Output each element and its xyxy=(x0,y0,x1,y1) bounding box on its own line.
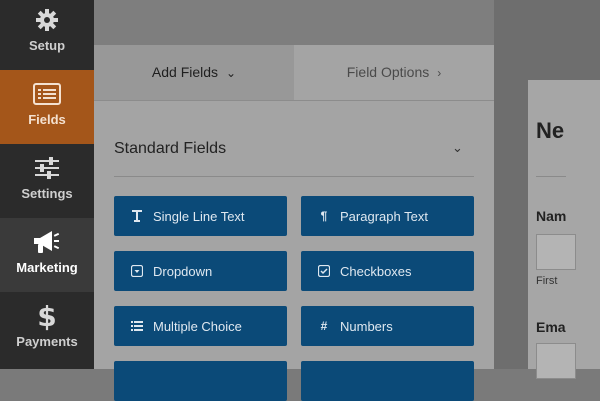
fields-list-icon xyxy=(0,80,94,108)
tab-add-fields-label: Add Fields xyxy=(151,64,219,80)
paragraph-icon: ¶ xyxy=(320,209,328,223)
fields-panel: Add Fields ⌄ Field Options › Standard Fiel… xyxy=(94,0,494,401)
section-title[interactable]: Standard Fields xyxy=(114,140,226,158)
nav-item-setup[interactable]: Setup xyxy=(0,0,94,70)
paragraph-text-button[interactable]: ¶ Paragraph Text xyxy=(301,196,474,236)
tab-add-fields[interactable]: Add Fields ⌄ xyxy=(94,45,294,100)
form-title: Ne xyxy=(536,118,565,143)
hash-icon: # xyxy=(320,319,328,333)
nav-label-payments: Payments xyxy=(16,334,78,349)
field-label: Dropdown xyxy=(153,263,213,279)
field-label: Paragraph Text xyxy=(340,208,428,224)
left-nav: Setup Fields Settings Marketing $ Paymen… xyxy=(0,0,94,369)
name-field-label: Nam xyxy=(536,208,567,224)
dollar-icon: $ xyxy=(0,301,94,331)
form-divider xyxy=(536,176,566,177)
text-cursor-icon xyxy=(130,210,144,222)
field-label: Checkboxes xyxy=(340,263,412,279)
multiple-choice-button[interactable]: Multiple Choice xyxy=(114,306,287,346)
chevron-down-icon: ⌄ xyxy=(226,66,237,80)
svg-text:$: $ xyxy=(37,301,56,331)
chevron-down-icon[interactable]: ⌄ xyxy=(452,140,463,156)
gear-icon xyxy=(0,6,94,34)
nav-item-marketing[interactable]: Marketing xyxy=(0,218,94,292)
nav-item-payments[interactable]: $ Payments xyxy=(0,292,94,366)
panel-tabs: Add Fields ⌄ Field Options › xyxy=(94,45,494,101)
field-label: Numbers xyxy=(340,318,393,334)
first-name-input[interactable] xyxy=(536,234,576,270)
field-label: Single Line Text xyxy=(153,208,245,224)
checkboxes-button[interactable]: Checkboxes xyxy=(301,251,474,291)
nav-label-setup: Setup xyxy=(28,38,66,53)
nav-label-settings: Settings xyxy=(21,186,73,201)
numbers-button[interactable]: # Numbers xyxy=(301,306,474,346)
form-preview: Ne Nam First Ema xyxy=(494,0,600,379)
checkbox-icon xyxy=(317,265,331,277)
single-line-text-button[interactable]: Single Line Text xyxy=(114,196,287,236)
nav-item-fields[interactable]: Fields xyxy=(0,70,94,144)
field-label: Multiple Choice xyxy=(153,318,242,334)
sliders-icon xyxy=(0,154,94,182)
tab-field-options-label: Field Options xyxy=(346,64,430,80)
nav-label-fields: Fields xyxy=(28,112,66,127)
list-icon xyxy=(130,321,144,331)
first-name-sublabel: First xyxy=(536,275,558,287)
field-button-partial[interactable] xyxy=(301,361,474,401)
chevron-right-icon: › xyxy=(437,66,442,80)
dropdown-button[interactable]: Dropdown xyxy=(114,251,287,291)
nav-label-marketing: Marketing xyxy=(16,260,78,275)
tab-field-options[interactable]: Field Options › xyxy=(294,45,494,100)
email-input[interactable] xyxy=(536,343,576,379)
dropdown-icon xyxy=(130,265,144,277)
email-field-label: Ema xyxy=(536,319,566,335)
panel-top-bar xyxy=(94,0,494,45)
field-button-partial[interactable] xyxy=(114,361,287,401)
nav-item-settings[interactable]: Settings xyxy=(0,144,94,218)
section-divider xyxy=(114,176,474,177)
megaphone-icon xyxy=(0,228,94,256)
